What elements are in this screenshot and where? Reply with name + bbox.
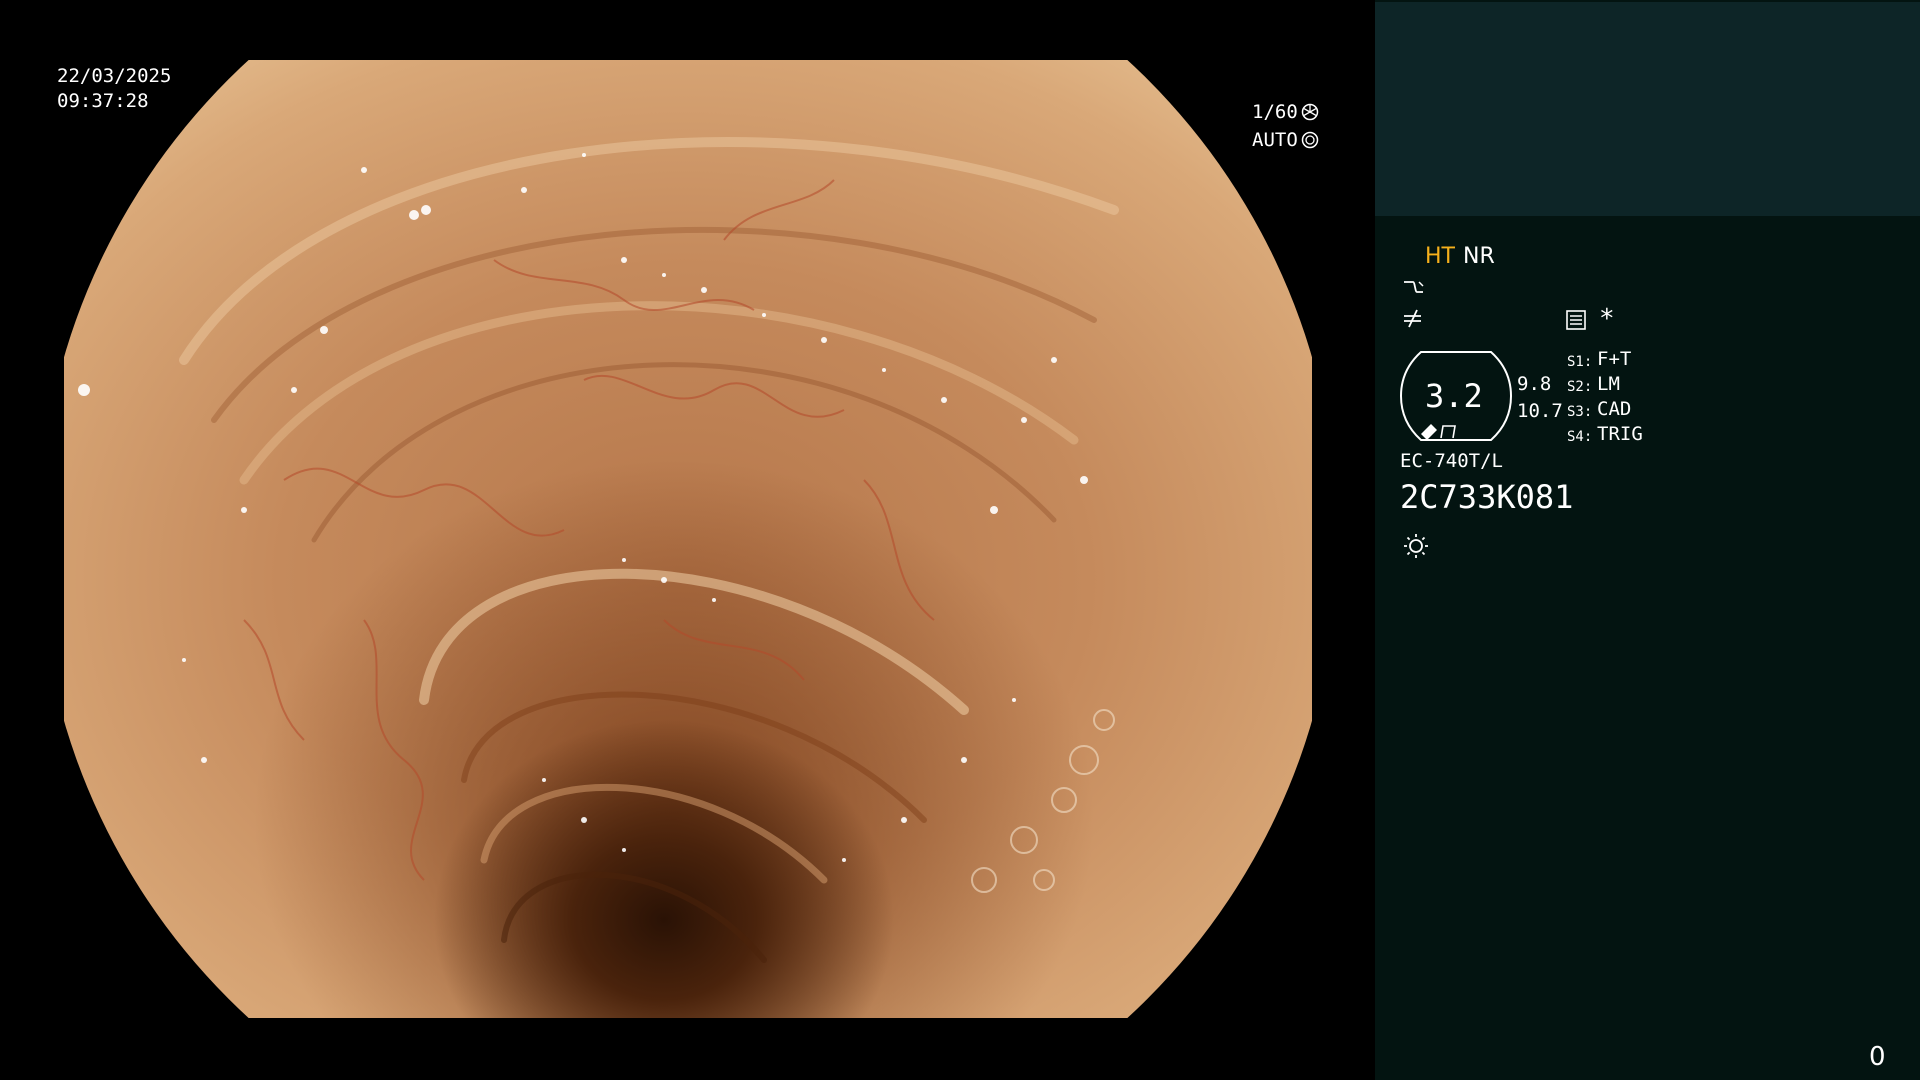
scope-model: EC-740T/L — [1400, 450, 1503, 472]
shutter-speed: 1/60 — [1252, 101, 1298, 123]
colon-mucosa-folds — [78, 137, 1119, 963]
switch-value: LM — [1597, 373, 1620, 395]
switch-key: S1: — [1567, 354, 1593, 370]
mode-nr: NR — [1463, 244, 1495, 269]
endoscope-viewport: 22/03/2025 09:37:28 1/60 AUTO — [0, 0, 1375, 1080]
settings-list-icon — [1566, 310, 1586, 330]
image-counter: 0 — [1869, 1042, 1886, 1072]
processor-status-panel: HT NR * 3.2 9.8 10.7 S1: F+T S2: LM S3: … — [1375, 0, 1920, 1080]
aperture-icon — [1301, 103, 1319, 121]
scope-serial: 2C733K081 — [1400, 478, 1574, 516]
endoscopic-image — [64, 60, 1312, 1018]
switch-value: F+T — [1597, 348, 1632, 370]
not-equal-icon — [1404, 309, 1421, 328]
target-icon — [1301, 131, 1319, 149]
switch-value: TRIG — [1597, 423, 1643, 445]
switch-key: S3: — [1567, 404, 1593, 420]
switch-key: S4: — [1567, 429, 1593, 445]
panel-header-block — [1375, 2, 1920, 216]
brightness-icon — [1404, 534, 1428, 558]
asterisk-icon: * — [1599, 304, 1615, 334]
exam-date: 22/03/2025 — [57, 65, 172, 87]
zoom-side-bottom: 10.7 — [1517, 400, 1563, 422]
exam-time: 09:37:28 — [57, 90, 149, 112]
zoom-side-top: 9.8 — [1517, 373, 1552, 395]
switch-key: S2: — [1567, 379, 1593, 395]
zoom-value: 3.2 — [1425, 377, 1483, 415]
enhance-curve-icon — [1404, 281, 1424, 293]
switch-value: CAD — [1597, 398, 1632, 420]
mode-ht: HT — [1425, 244, 1455, 269]
iris-mode: AUTO — [1252, 129, 1298, 151]
